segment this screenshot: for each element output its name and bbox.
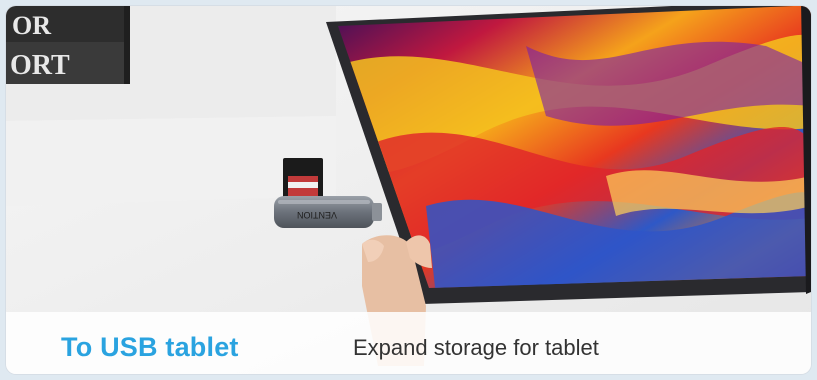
sd-card [283, 158, 323, 200]
caption-description: Expand storage for tablet [353, 335, 599, 360]
product-banner: OR ORT VENTION To USB tablet Expand stor… [6, 6, 811, 374]
usb-card-reader: VENTION [274, 196, 382, 228]
adapter-brand-text: VENTION [297, 210, 337, 220]
book-stack: OR ORT [6, 6, 130, 84]
caption-bar: To USB tablet Expand storage for tablet [6, 312, 811, 374]
caption-title: To USB tablet [61, 332, 239, 362]
book-text-top: OR [12, 11, 51, 40]
book-text-bottom: ORT [10, 50, 70, 81]
